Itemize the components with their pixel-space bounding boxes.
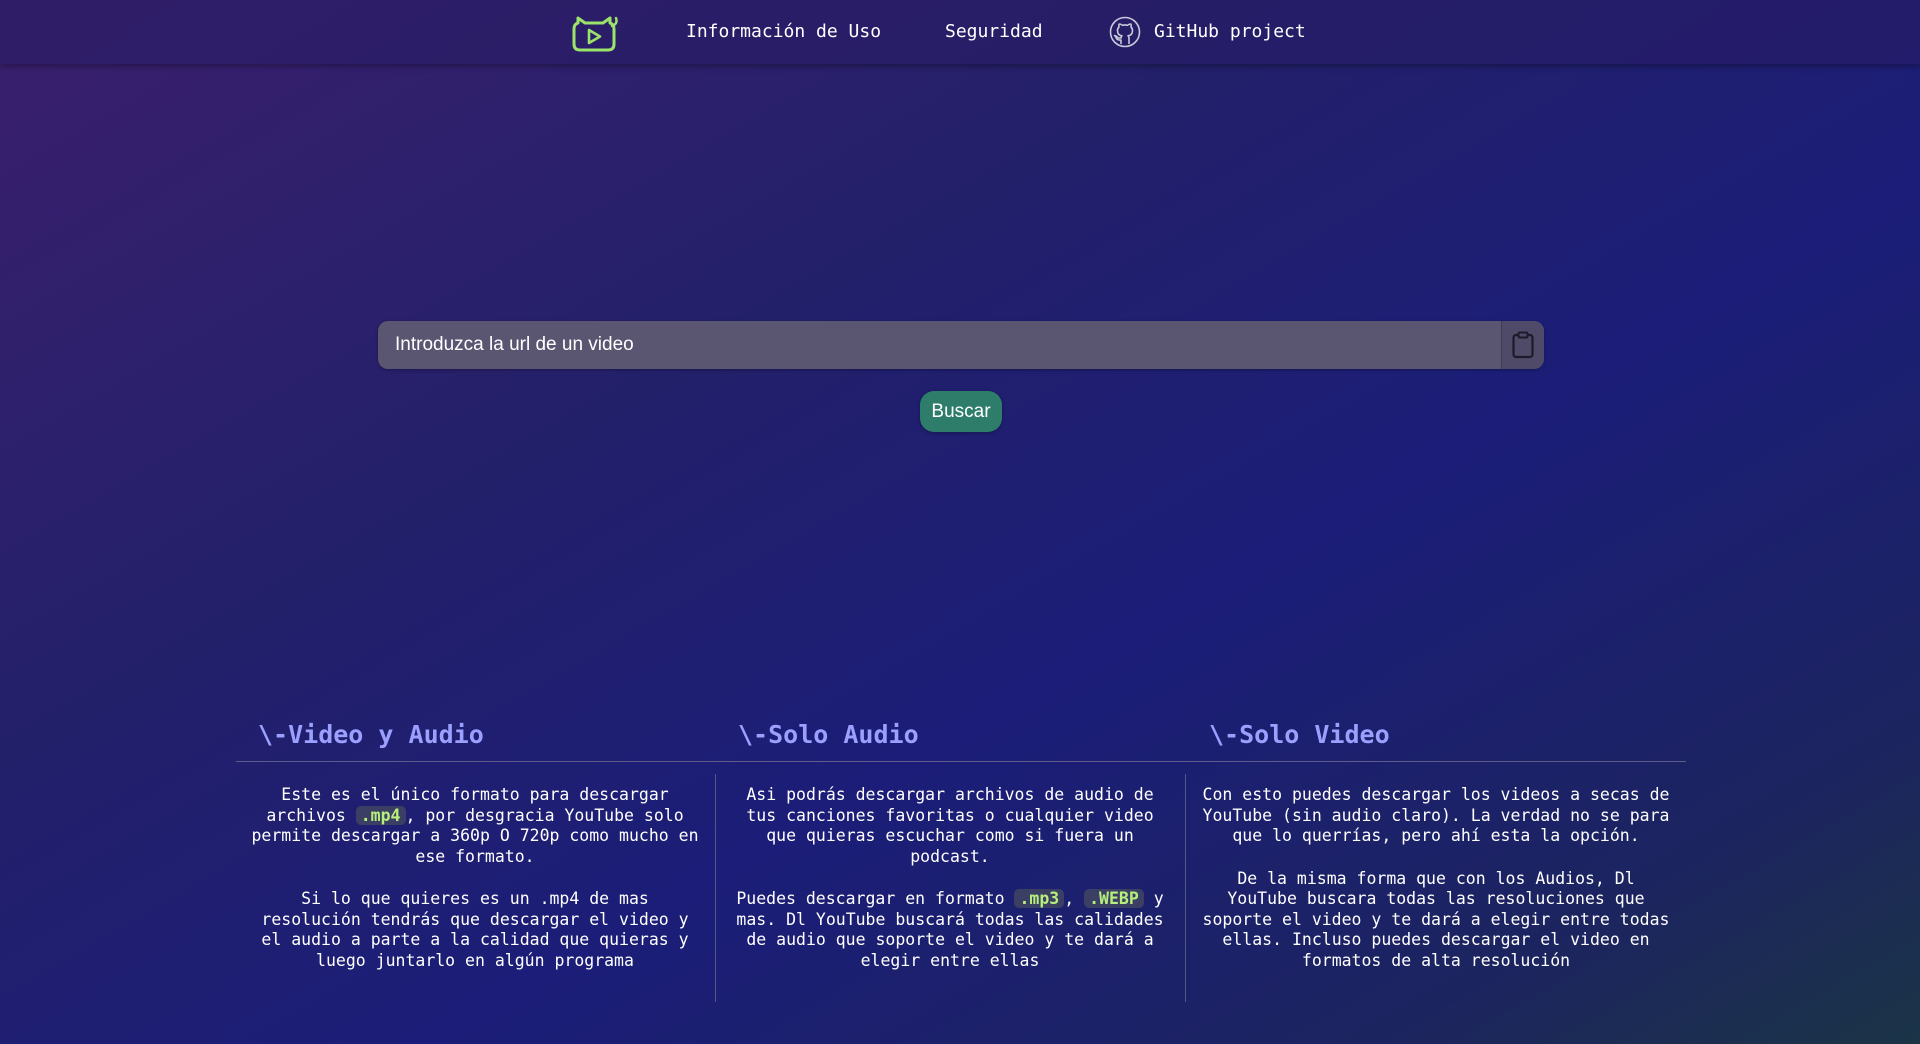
- nav-link-informacion-de-uso[interactable]: Información de Uso: [686, 20, 881, 44]
- feature-title-solo-video: \-Solo Video: [1209, 720, 1390, 749]
- feature-paragraph: De la misma forma que con los Audios, Dl…: [1202, 868, 1670, 970]
- feature-paragraph: Puedes descargar en formato .mp3, .WEBP …: [736, 889, 1164, 970]
- github-icon[interactable]: [1109, 16, 1141, 48]
- features-divider: [236, 761, 1686, 762]
- feature-paragraph: Si lo que quieres es un .mp4 de mas reso…: [261, 889, 689, 970]
- url-input[interactable]: [378, 321, 1500, 369]
- cat-play-logo-icon[interactable]: [572, 14, 620, 52]
- clipboard-icon: [1512, 331, 1534, 359]
- feature-text-solo-audio: Asi podrás descargar archivos de audio d…: [730, 785, 1170, 993]
- feature-paragraph: Con esto puedes descargar los videos a s…: [1202, 785, 1670, 845]
- feature-paragraph: Este es el único formato para descargar …: [251, 785, 699, 866]
- code-tag-mp3: .mp3: [1014, 889, 1065, 908]
- feature-title-video-audio: \-Video y Audio: [258, 720, 484, 749]
- nav-link-github-project[interactable]: GitHub project: [1154, 20, 1306, 44]
- url-search-box: [378, 321, 1544, 369]
- feature-text-solo-video: Con esto puedes descargar los videos a s…: [1200, 785, 1672, 993]
- code-tag-mp4: .mp4: [355, 805, 406, 825]
- feature-title-solo-audio: \-Solo Audio: [738, 720, 919, 749]
- feature-text-video-audio: Este es el único formato para descargar …: [250, 785, 700, 993]
- column-separator: [715, 774, 716, 1002]
- top-navbar: Información de Uso Seguridad GitHub proj…: [0, 0, 1920, 64]
- paste-clipboard-button[interactable]: [1501, 321, 1544, 369]
- column-separator: [1185, 774, 1186, 1002]
- code-tag-webp: .WEBP: [1084, 889, 1144, 908]
- feature-paragraph: Asi podrás descargar archivos de audio d…: [746, 785, 1154, 866]
- buscar-button[interactable]: Buscar: [920, 391, 1002, 432]
- nav-link-seguridad[interactable]: Seguridad: [945, 20, 1043, 44]
